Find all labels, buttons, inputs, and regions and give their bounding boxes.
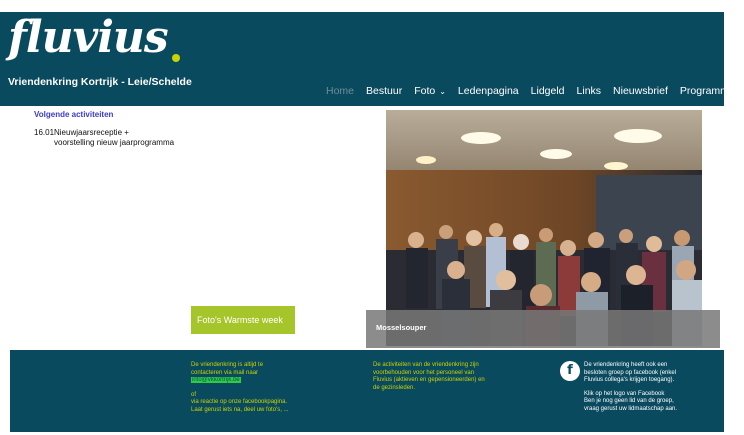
facebook-icon[interactable]: f xyxy=(560,361,580,381)
nav-item-nieuwsbrief[interactable]: Nieuwsbrief xyxy=(613,85,668,97)
nav-label: Home xyxy=(326,85,355,97)
footer-text: voorbehouden voor het personeel van xyxy=(373,369,475,376)
footer-text: vraag gerust uw lidmaatschap aan. xyxy=(584,405,678,412)
site-header: fluvius Vriendenkring Kortrijk - Leie/Sc… xyxy=(0,12,744,106)
event-date: 16.01 xyxy=(34,128,55,137)
footer-text: Fluvius collega's krijgen toegang). xyxy=(584,377,675,383)
footer-text: Klik op het logo van Facebook xyxy=(584,390,665,397)
nav-item-links[interactable]: Links xyxy=(577,85,602,97)
photo-caption: Mosselsouper xyxy=(376,323,427,332)
warmste-week-photos-button[interactable]: Foto's Warmste week xyxy=(191,306,295,334)
chevron-down-icon: ⌄ xyxy=(738,86,744,96)
nav-item-programma[interactable]: Programma ⌄ xyxy=(680,85,744,97)
footer-contact: De vriendenkring is altijd te contactere… xyxy=(191,362,289,414)
site-logo[interactable]: fluvius Vriendenkring Kortrijk - Leie/Sc… xyxy=(0,12,200,106)
contact-email-link[interactable]: info@vkkortrijk.be xyxy=(191,377,241,383)
nav-label: Bestuur xyxy=(366,85,403,97)
nav-label: Programma xyxy=(679,85,735,97)
footer-text: de gezinsleden. xyxy=(373,384,416,391)
upcoming-activities-title: Volgende activiteiten xyxy=(34,110,114,119)
logo-text: fluvius xyxy=(8,12,169,63)
site-footer: De vriendenkring is altijd te contactere… xyxy=(10,350,724,432)
nav-item-bestuur[interactable]: Bestuur xyxy=(366,85,402,97)
footer-text: besloten groep op facebook (enkel xyxy=(584,369,677,376)
footer-facebook-info: De vriendenkring heeft ook een besloten … xyxy=(584,362,677,413)
event-item: 16.01Nieuwjaarsreceptie + voorstelling n… xyxy=(34,128,174,148)
footer-text: De vriendenkring is altijd te xyxy=(191,362,264,368)
footer-text: of xyxy=(191,391,197,398)
nav-item-home[interactable]: Home xyxy=(326,85,354,97)
footer-text: De activiteiten van de vriendenkring zij… xyxy=(373,362,479,368)
site-tagline: Vriendenkring Kortrijk - Leie/Schelde xyxy=(8,76,192,88)
footer-text: contacteren via mail naar xyxy=(191,369,259,376)
footer-text: Laat gerust iets na, deel uw foto's, ... xyxy=(191,406,289,413)
footer-text: Fluvius (aktieven en gepensioneerden) en xyxy=(373,377,485,383)
main-nav: Home Bestuur Foto ⌄ Ledenpagina Lidgeld L… xyxy=(326,83,744,99)
event-title: Nieuwjaarsreceptie + xyxy=(54,128,129,137)
footer-text: De vriendenkring heeft ook een xyxy=(584,362,668,368)
logo-dot xyxy=(172,54,180,62)
nav-item-lidgeld[interactable]: Lidgeld xyxy=(531,85,565,97)
footer-text: Ben je nog geen lid van de groep, xyxy=(584,398,674,404)
nav-label: Foto xyxy=(414,85,436,97)
nav-item-foto[interactable]: Foto ⌄ xyxy=(414,85,446,97)
nav-label: Nieuwsbrief xyxy=(613,85,668,97)
chevron-down-icon: ⌄ xyxy=(439,86,446,96)
nav-item-ledenpagina[interactable]: Ledenpagina xyxy=(458,85,519,97)
event-subtitle: voorstelling nieuw jaarprogramma xyxy=(54,138,175,147)
nav-label: Lidgeld xyxy=(530,85,565,97)
nav-label: Links xyxy=(576,85,602,97)
nav-label: Ledenpagina xyxy=(457,85,519,97)
footer-eligibility: De activiteiten van de vriendenkring zij… xyxy=(373,362,485,392)
footer-text: via reactie op onze facebookpagina. xyxy=(191,399,288,405)
